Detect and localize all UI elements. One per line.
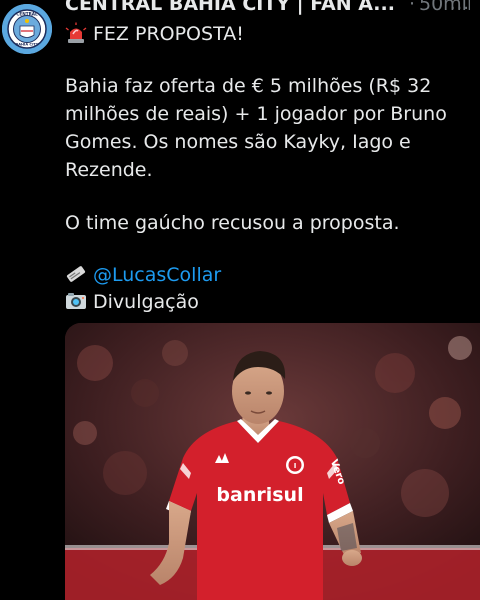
club-crest-logo: CENTRAL BAHIA CITY	[2, 4, 52, 54]
newspaper-icon	[66, 266, 86, 282]
author-name[interactable]: CENTRAL BAHIA CITY | FAN A...	[65, 0, 395, 15]
credit-photo-line: Divulgação	[65, 289, 199, 315]
more-options-icon[interactable]: ···	[450, 0, 470, 19]
tweet-media-photo[interactable]: I banrisul Vero	[65, 323, 480, 600]
header-separator: ·	[408, 0, 415, 15]
rejection-text: O time gaúcho recusou a proposta.	[65, 212, 400, 234]
svg-text:I: I	[294, 462, 297, 470]
author-avatar[interactable]: CENTRAL BAHIA CITY	[2, 4, 52, 54]
headline-text: FEZ PROPOSTA!	[93, 23, 244, 45]
shirt-sponsor-text: banrisul	[216, 484, 303, 506]
body-line-1: Bahia faz oferta de € 5 milhões (R$ 32	[65, 75, 432, 97]
player-photo: I banrisul Vero	[65, 323, 480, 600]
crest-text-top: CENTRAL	[16, 12, 38, 17]
body-line-4: Rezende.	[65, 159, 153, 181]
body-line-2: milhões de reais) + 1 jogador por Bruno	[65, 103, 447, 125]
mention-link[interactable]: @LucasCollar	[93, 264, 221, 286]
body-line-3: Gomes. Os nomes são Kayky, Iago e	[65, 131, 411, 153]
tweet-header: CENTRAL BAHIA CITY | FAN A... · 50min	[65, 0, 470, 17]
camera-icon	[66, 293, 86, 309]
credit-mention-line: @LucasCollar	[65, 262, 221, 288]
photo-credit-text: Divulgação	[93, 291, 199, 313]
crest-text-bottom: BAHIA CITY	[16, 43, 39, 47]
tweet-headline: FEZ PROPOSTA!	[65, 21, 244, 47]
siren-icon	[65, 22, 87, 43]
